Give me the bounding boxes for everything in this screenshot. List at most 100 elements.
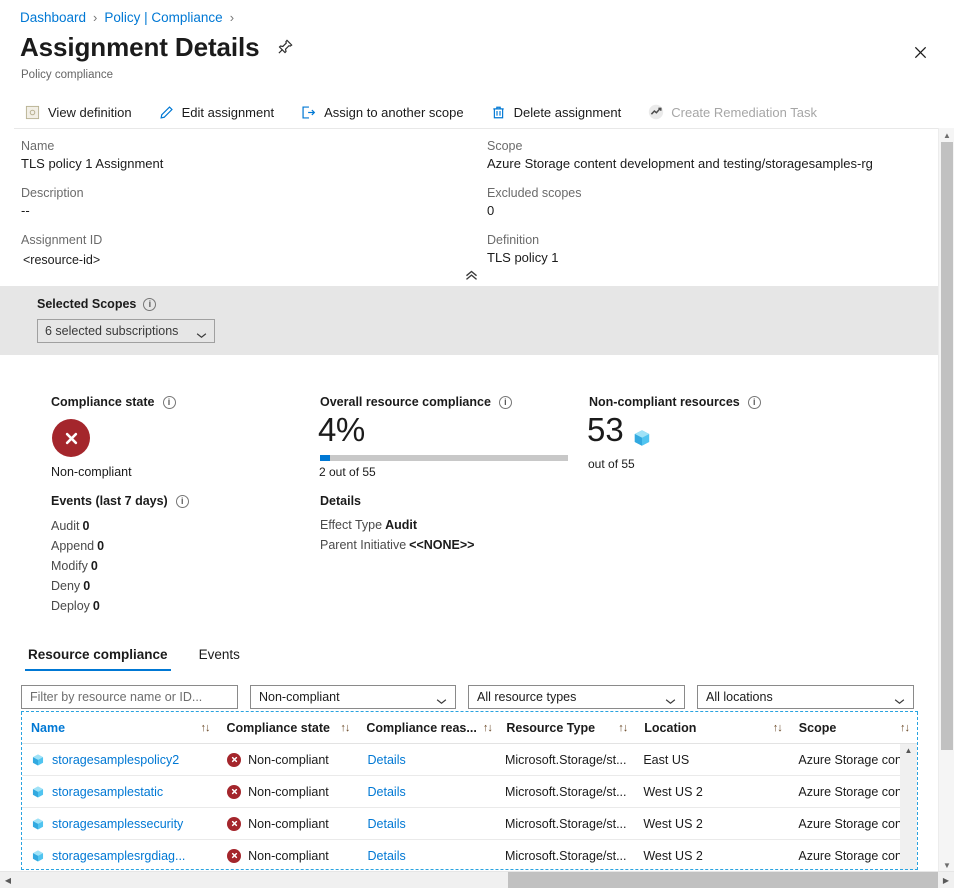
- column-header-location-label: Location: [644, 721, 696, 735]
- non-compliant-resources-tile-title-row: Non-compliant resources i: [589, 395, 761, 409]
- column-header-resource-type[interactable]: Resource Type ↑↓: [497, 721, 635, 735]
- row-compliance-reason-link[interactable]: Details: [359, 753, 496, 767]
- event-row: Deploy0: [51, 596, 104, 616]
- command-bar: View definition Edit assignment Assign t…: [20, 97, 839, 127]
- blade-horizontal-scrollbar[interactable]: ◀ ▶: [0, 871, 954, 888]
- scroll-right-icon[interactable]: ▶: [938, 872, 954, 888]
- property-label-definition: Definition: [487, 232, 927, 248]
- events-list: Audit0 Append0 Modify0 Deny0 Deploy0: [51, 516, 104, 616]
- search-input[interactable]: Filter by resource name or ID...: [21, 685, 238, 709]
- row-compliance-reason-link[interactable]: Details: [359, 817, 496, 831]
- close-icon[interactable]: [908, 40, 932, 64]
- column-header-compliance-reason[interactable]: Compliance reas... ↑↓: [357, 721, 497, 735]
- row-resource-name[interactable]: storagesamplespolicy2: [22, 753, 218, 767]
- row-compliance-reason-link[interactable]: Details: [359, 785, 496, 799]
- selected-scopes-label-row: Selected Scopes i: [37, 297, 156, 311]
- column-header-name[interactable]: Name ↑↓: [22, 721, 217, 735]
- blade-vertical-scrollbar[interactable]: ▲ ▼: [938, 128, 954, 888]
- scroll-down-icon[interactable]: ▼: [939, 858, 954, 872]
- property-value-excluded-scopes: 0: [487, 202, 927, 219]
- column-header-scope-label: Scope: [799, 721, 837, 735]
- row-scope: Azure Storage content d: [789, 849, 917, 863]
- row-resource-type: Microsoft.Storage/st...: [496, 785, 634, 799]
- breadcrumb-item-dashboard[interactable]: Dashboard: [20, 10, 86, 25]
- row-scope: Azure Storage content d: [789, 785, 917, 799]
- scroll-left-icon[interactable]: ◀: [0, 872, 16, 888]
- delete-assignment-button[interactable]: Delete assignment: [486, 101, 634, 124]
- horizontal-scroll-track[interactable]: [16, 872, 938, 888]
- property-label-excluded-scopes: Excluded scopes: [487, 185, 927, 201]
- row-compliance-reason-link[interactable]: Details: [359, 849, 496, 863]
- scroll-up-icon[interactable]: ▲: [939, 128, 954, 142]
- error-x-circle-icon: [227, 753, 241, 767]
- property-value-name: TLS policy 1 Assignment: [21, 155, 471, 172]
- resource-type-filter[interactable]: All resource types: [468, 685, 685, 709]
- row-resource-name[interactable]: storagesamplestatic: [22, 785, 218, 799]
- error-x-circle-icon: [52, 419, 90, 457]
- chevron-double-up-icon[interactable]: [462, 268, 480, 282]
- error-x-circle-icon: [227, 849, 241, 863]
- storage-account-icon: [31, 753, 45, 767]
- assign-to-another-scope-label: Assign to another scope: [324, 105, 463, 120]
- column-header-compliance-state[interactable]: Compliance state ↑↓: [217, 721, 357, 735]
- pencil-icon: [158, 104, 175, 121]
- sort-updown-icon: ↑↓: [773, 722, 782, 734]
- scroll-up-icon[interactable]: ▲: [900, 744, 917, 757]
- compliance-summary: Compliance state i Non-compliant Overall…: [0, 355, 938, 630]
- assign-to-another-scope-button[interactable]: Assign to another scope: [296, 101, 475, 124]
- page-subtitle: Policy compliance: [21, 69, 113, 81]
- scrollbar-thumb[interactable]: [941, 142, 953, 750]
- compliance-state-tile-title-row: Compliance state i: [51, 395, 176, 409]
- event-row: Modify0: [51, 556, 104, 576]
- table-row[interactable]: storagesamplesrgdiag... Non-compliant De…: [22, 840, 917, 872]
- grid-vertical-scrollbar[interactable]: ▲: [900, 744, 917, 870]
- compliance-state-title: Compliance state: [51, 395, 155, 409]
- pin-icon[interactable]: [276, 38, 294, 56]
- storage-account-icon: [31, 817, 45, 831]
- details-label-effect-type: Effect Type: [320, 518, 382, 532]
- details-row: Effect TypeAudit: [320, 515, 475, 535]
- info-icon[interactable]: i: [163, 396, 176, 409]
- events-tile-title-row: Events (last 7 days) i: [51, 494, 189, 508]
- column-header-compliance-reason-label: Compliance reas...: [366, 721, 476, 735]
- column-header-location[interactable]: Location ↑↓: [635, 721, 790, 735]
- command-bar-divider: [14, 128, 939, 129]
- table-row[interactable]: storagesamplestatic Non-compliant Detail…: [22, 776, 917, 808]
- table-row[interactable]: storagesamplessecurity Non-compliant Det…: [22, 808, 917, 840]
- row-location: West US 2: [634, 817, 789, 831]
- info-icon[interactable]: i: [143, 298, 156, 311]
- row-resource-name[interactable]: storagesamplessecurity: [22, 817, 218, 831]
- assignment-properties: Name TLS policy 1 Assignment Description…: [0, 132, 938, 280]
- view-definition-button[interactable]: View definition: [20, 101, 144, 124]
- storage-account-icon: [31, 849, 45, 863]
- location-filter-value: All locations: [706, 690, 773, 704]
- compliance-state-filter[interactable]: Non-compliant: [250, 685, 456, 709]
- scrollbar-thumb[interactable]: [508, 872, 938, 888]
- event-label-deny: Deny: [51, 579, 80, 593]
- info-icon[interactable]: i: [176, 495, 189, 508]
- row-resource-name[interactable]: storagesamplesrgdiag...: [22, 849, 218, 863]
- create-remediation-task-label: Create Remediation Task: [671, 105, 817, 120]
- row-resource-name-label: storagesamplessecurity: [52, 817, 183, 831]
- delete-assignment-label: Delete assignment: [514, 105, 622, 120]
- property-label-scope: Scope: [487, 138, 927, 154]
- resource-compliance-grid: Name ↑↓ Compliance state ↑↓ Compliance r…: [21, 712, 918, 870]
- create-remediation-task-button[interactable]: Create Remediation Task: [643, 101, 829, 124]
- breadcrumb-separator-icon: ›: [93, 10, 97, 25]
- properties-right-column: Scope Azure Storage content development …: [487, 138, 927, 266]
- tab-events[interactable]: Events: [196, 643, 243, 671]
- edit-assignment-button[interactable]: Edit assignment: [154, 101, 287, 124]
- error-x-circle-icon: [227, 785, 241, 799]
- view-definition-label: View definition: [48, 105, 132, 120]
- info-icon[interactable]: i: [499, 396, 512, 409]
- table-row[interactable]: storagesamplespolicy2 Non-compliant Deta…: [22, 744, 917, 776]
- column-header-scope[interactable]: Scope ↑↓: [790, 721, 917, 735]
- selected-scopes-dropdown[interactable]: 6 selected subscriptions: [37, 319, 215, 343]
- breadcrumb-item-policy-compliance[interactable]: Policy | Compliance: [104, 10, 222, 25]
- location-filter[interactable]: All locations: [697, 685, 914, 709]
- row-resource-name-label: storagesamplestatic: [52, 785, 163, 799]
- tab-resource-compliance[interactable]: Resource compliance: [25, 643, 171, 671]
- remediation-chart-icon: [647, 104, 664, 121]
- details-title: Details: [320, 494, 361, 508]
- info-icon[interactable]: i: [748, 396, 761, 409]
